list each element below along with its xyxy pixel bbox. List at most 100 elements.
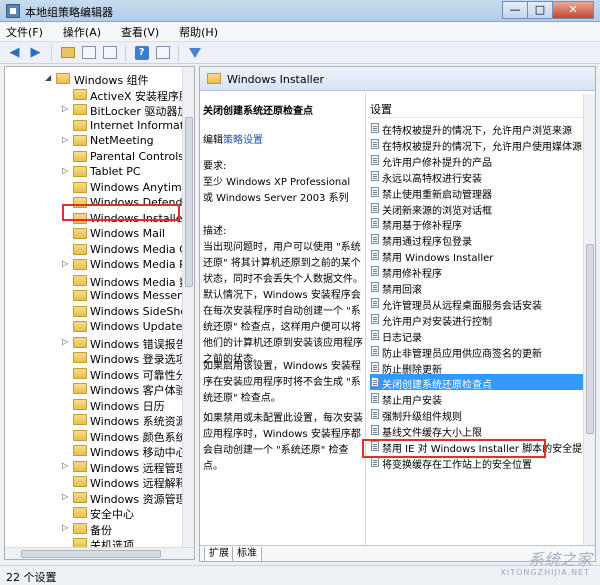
- tree-item[interactable]: Internet Information: [5, 118, 194, 134]
- edit-policy-link[interactable]: 策略设置: [223, 135, 263, 146]
- tree-item[interactable]: Windows Messenger: [5, 288, 195, 304]
- minimize-button[interactable]: —: [502, 1, 528, 19]
- collapsed-arrow-icon[interactable]: ▷: [62, 492, 68, 501]
- setting-item[interactable]: 基线文件缓存大小上限: [370, 422, 595, 438]
- tree-item[interactable]: Windows 远程解释器: [5, 474, 194, 490]
- tree-hscroll-thumb[interactable]: [21, 550, 161, 558]
- collapsed-arrow-icon[interactable]: ▷: [62, 259, 68, 268]
- setting-item[interactable]: 在特权被提升的情况下，允许用户使用媒体源: [370, 136, 595, 152]
- tree-horizontal-scrollbar[interactable]: [5, 547, 194, 559]
- folder-icon: [73, 491, 87, 503]
- pane-divider[interactable]: [365, 94, 366, 545]
- collapsed-arrow-icon[interactable]: ▷: [62, 135, 68, 144]
- tree-item[interactable]: Windows Update: [5, 319, 194, 335]
- tree-item[interactable]: Parental Controls: [5, 149, 194, 165]
- tree-item[interactable]: Windows 可靠性分析: [5, 366, 194, 382]
- setting-item[interactable]: 禁用 Windows Installer: [370, 247, 595, 263]
- tree-item[interactable]: Windows 颜色系统: [5, 428, 194, 444]
- setting-item[interactable]: 禁止使用重新启动管理器: [370, 184, 595, 200]
- setting-item[interactable]: 禁用修补程序: [370, 263, 595, 280]
- tree-item[interactable]: ▷ BitLocker 驱动器加密: [5, 102, 194, 118]
- export-list-icon[interactable]: [101, 44, 118, 61]
- tree-item-label: Windows Messenger: [90, 289, 195, 302]
- maximize-button[interactable]: □: [527, 1, 553, 19]
- setting-item[interactable]: 防止删除更新: [370, 359, 595, 375]
- setting-item[interactable]: 防止非管理员应用供应商签名的更新: [370, 343, 595, 359]
- tree-item[interactable]: ▷ Windows 远程管理 (V: [5, 459, 194, 475]
- setting-label: 在特权被提升的情况下，允许用户使用媒体源: [382, 141, 582, 152]
- settings-vertical-scrollbar[interactable]: [583, 94, 595, 545]
- setting-item[interactable]: 日志记录: [370, 327, 595, 343]
- show-hide-tree-icon[interactable]: [80, 44, 97, 61]
- setting-item[interactable]: 禁用回滚: [370, 279, 595, 295]
- close-button[interactable]: ✕: [552, 1, 594, 19]
- collapsed-arrow-icon[interactable]: ▷: [62, 104, 68, 113]
- filter-icon[interactable]: [186, 44, 203, 61]
- tree-item[interactable]: ▷ Tablet PC: [5, 164, 194, 180]
- expanded-arrow-icon[interactable]: ◢: [45, 73, 51, 82]
- menu-action[interactable]: 操作(A): [63, 24, 101, 40]
- policy-setting-icon: [371, 154, 379, 165]
- setting-item[interactable]: 关闭创建系统还原检查点: [370, 374, 595, 391]
- setting-item[interactable]: 永远以高特权进行安装: [370, 168, 595, 184]
- collapsed-arrow-icon[interactable]: ▷: [62, 523, 68, 532]
- tree-vertical-scrollbar[interactable]: [182, 67, 194, 547]
- tree-item[interactable]: Windows Anytime Up: [5, 180, 194, 196]
- tree-item[interactable]: ▷ NetMeeting: [5, 133, 194, 149]
- settings-header-label: 设置: [370, 103, 392, 116]
- tree-item[interactable]: Windows Mail: [5, 226, 194, 242]
- settings-column-header[interactable]: 设置: [368, 100, 595, 118]
- setting-item[interactable]: 允许用户修补提升的产品: [370, 152, 595, 168]
- policy-setting-icon: [371, 186, 379, 197]
- folder-icon: [73, 336, 87, 348]
- folder-icon: [73, 243, 87, 255]
- tree-item[interactable]: Windows Media Cent: [5, 242, 194, 258]
- tree-item[interactable]: 安全中心: [5, 505, 194, 521]
- help-icon[interactable]: ?: [133, 44, 150, 61]
- tree-item[interactable]: ActiveX 安装程序服务: [5, 87, 194, 103]
- folder-up-icon[interactable]: [59, 44, 76, 61]
- menu-help[interactable]: 帮助(H): [179, 24, 218, 40]
- watermark-logo: 系统之家: [527, 550, 592, 569]
- tree-item[interactable]: ▷ Windows 错误报告: [5, 335, 194, 351]
- tree-item[interactable]: Windows 日历: [5, 397, 194, 413]
- settings-scroll-thumb[interactable]: [586, 244, 594, 434]
- folder-icon: [73, 507, 87, 518]
- tab-standard[interactable]: 标准: [232, 547, 262, 561]
- tree-item[interactable]: Windows 移动中心: [5, 443, 194, 459]
- menu-view[interactable]: 查看(V): [121, 24, 159, 40]
- properties-icon[interactable]: [154, 44, 171, 61]
- tree-item[interactable]: Windows SideShow: [5, 304, 194, 320]
- setting-item[interactable]: 禁止用户安装: [370, 390, 595, 406]
- setting-item[interactable]: 强制升级组件规则: [370, 406, 595, 422]
- setting-item[interactable]: 在特权被提升的情况下，允许用户浏览来源: [370, 120, 595, 136]
- tab-extended[interactable]: 扩展: [204, 547, 234, 561]
- forward-arrow-icon[interactable]: ▶: [27, 44, 44, 61]
- toolbar: ◀ ▶ ?: [0, 42, 600, 64]
- tree-item[interactable]: ▷ Windows Media Playe: [5, 257, 194, 273]
- tree-item[interactable]: Windows 登录选项: [5, 350, 194, 366]
- collapsed-arrow-icon[interactable]: ▷: [62, 337, 68, 346]
- setting-item[interactable]: 允许用户对安装进行控制: [370, 311, 595, 327]
- tree-item[interactable]: Windows 系统资源管: [5, 412, 194, 428]
- collapsed-arrow-icon[interactable]: ▷: [62, 166, 68, 175]
- tree-item[interactable]: ▷ 备份: [5, 521, 194, 537]
- setting-label: 禁用修补程序: [382, 269, 442, 280]
- policy-setting-icon: [371, 250, 379, 261]
- policy-setting-icon: [371, 361, 379, 372]
- setting-item[interactable]: 禁用基于修补程序: [370, 215, 595, 231]
- tree-item[interactable]: Windows 客户体验改: [5, 381, 194, 397]
- setting-item[interactable]: 允许管理员从远程桌面服务会话安装: [370, 295, 595, 311]
- watermark-url: XITONGZHIJIA.NET: [500, 568, 590, 577]
- setting-item[interactable]: 禁用通过程序包登录: [370, 231, 595, 247]
- toolbar-separator: [178, 44, 179, 61]
- tree-scroll-thumb[interactable]: [185, 117, 193, 287]
- tree-item-windows-components[interactable]: ◢ Windows 组件: [5, 71, 194, 87]
- tree-item[interactable]: ▷ Windows 资源管理器: [5, 490, 194, 506]
- back-arrow-icon[interactable]: ◀: [6, 44, 23, 61]
- policy-setting-icon: [371, 138, 379, 149]
- collapsed-arrow-icon[interactable]: ▷: [62, 461, 68, 470]
- tree-item[interactable]: Windows Media 数字: [5, 273, 194, 289]
- menu-file[interactable]: 文件(F): [6, 24, 43, 40]
- setting-item[interactable]: 关闭新来源的浏览对话框: [370, 200, 595, 216]
